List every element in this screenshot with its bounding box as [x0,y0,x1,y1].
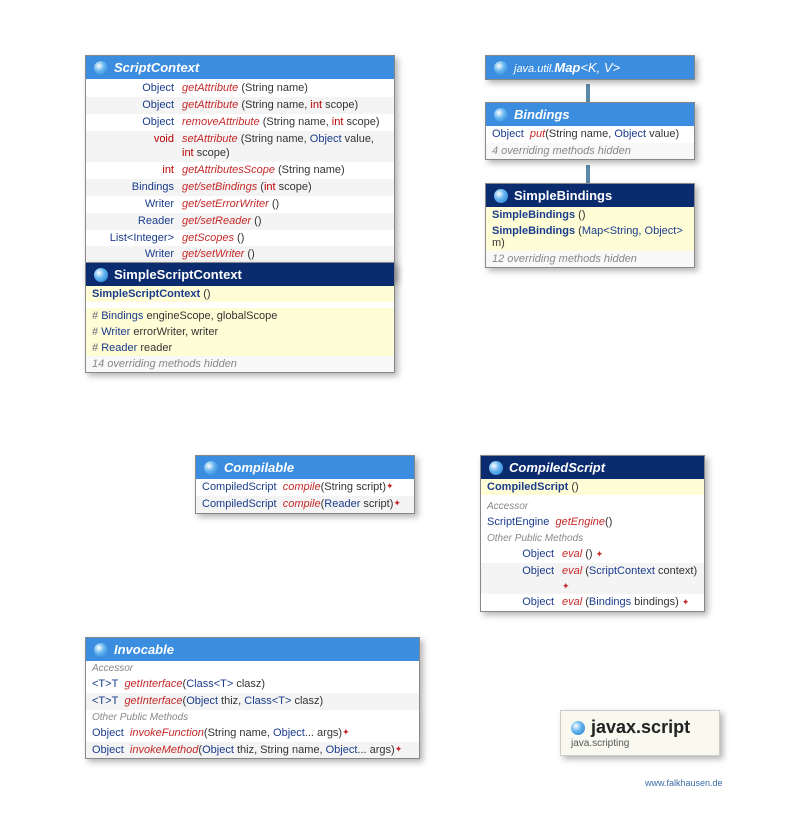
simplescriptcontext-header: SimpleScriptContext [86,263,394,286]
interface-icon [494,61,508,75]
package-icon [571,721,585,735]
simplebindings-header: SimpleBindings [486,184,694,207]
invocable-header: Invocable [86,638,419,661]
map-box: java.util.Map<K, V> [485,55,695,80]
interface-icon [204,461,218,475]
interface-icon [94,61,108,75]
map-title: java.util.Map<K, V> [514,60,620,75]
scriptcontext-methods: ObjectgetAttribute (String name) Objectg… [86,79,394,264]
class-icon [94,268,108,282]
simplescriptcontext-hidden: 14 overriding methods hidden [86,356,394,372]
compiledscript-box: CompiledScript CompiledScript () Accesso… [480,455,705,612]
simplescriptcontext-title: SimpleScriptContext [114,267,242,282]
bindings-header: Bindings [486,103,694,126]
scriptcontext-box: ScriptContext ObjectgetAttribute (String… [85,55,395,281]
simplescriptcontext-box: SimpleScriptContext SimpleScriptContext … [85,262,395,373]
connector-map [586,84,590,104]
credit-link[interactable]: www.falkhausen.de [645,778,723,788]
package-title: javax.script [571,717,709,738]
interface-icon [494,108,508,122]
simplebindings-hidden: 12 overriding methods hidden [486,251,694,267]
accessor-label: Accessor [481,499,704,514]
simplescriptcontext-ctor: SimpleScriptContext () [86,286,394,302]
scriptcontext-title: ScriptContext [114,60,199,75]
simplebindings-box: SimpleBindings SimpleBindings () SimpleB… [485,183,695,268]
package-sub: java.scripting [571,738,709,749]
bindings-box: Bindings Object put (String name, Object… [485,102,695,160]
map-header: java.util.Map<K, V> [486,56,694,79]
connector-bindings [586,165,590,185]
bindings-title: Bindings [514,107,570,122]
compiledscript-title: CompiledScript [509,460,605,475]
invocable-box: Invocable Accessor <T> T getInterface (C… [85,637,420,759]
compilable-header: Compilable [196,456,414,479]
scriptcontext-header: ScriptContext [86,56,394,79]
bindings-hidden: 4 overriding methods hidden [486,143,694,159]
compiledscript-header: CompiledScript [481,456,704,479]
compilable-box: Compilable CompiledScript compile (Strin… [195,455,415,514]
simplebindings-title: SimpleBindings [514,188,612,203]
invocable-title: Invocable [114,642,174,657]
interface-icon [94,643,108,657]
class-icon [489,461,503,475]
compilable-title: Compilable [224,460,294,475]
class-icon [494,189,508,203]
other-label: Other Public Methods [86,710,419,725]
package-box: javax.script java.scripting [560,710,720,756]
other-label: Other Public Methods [481,531,704,546]
accessor-label: Accessor [86,661,419,676]
